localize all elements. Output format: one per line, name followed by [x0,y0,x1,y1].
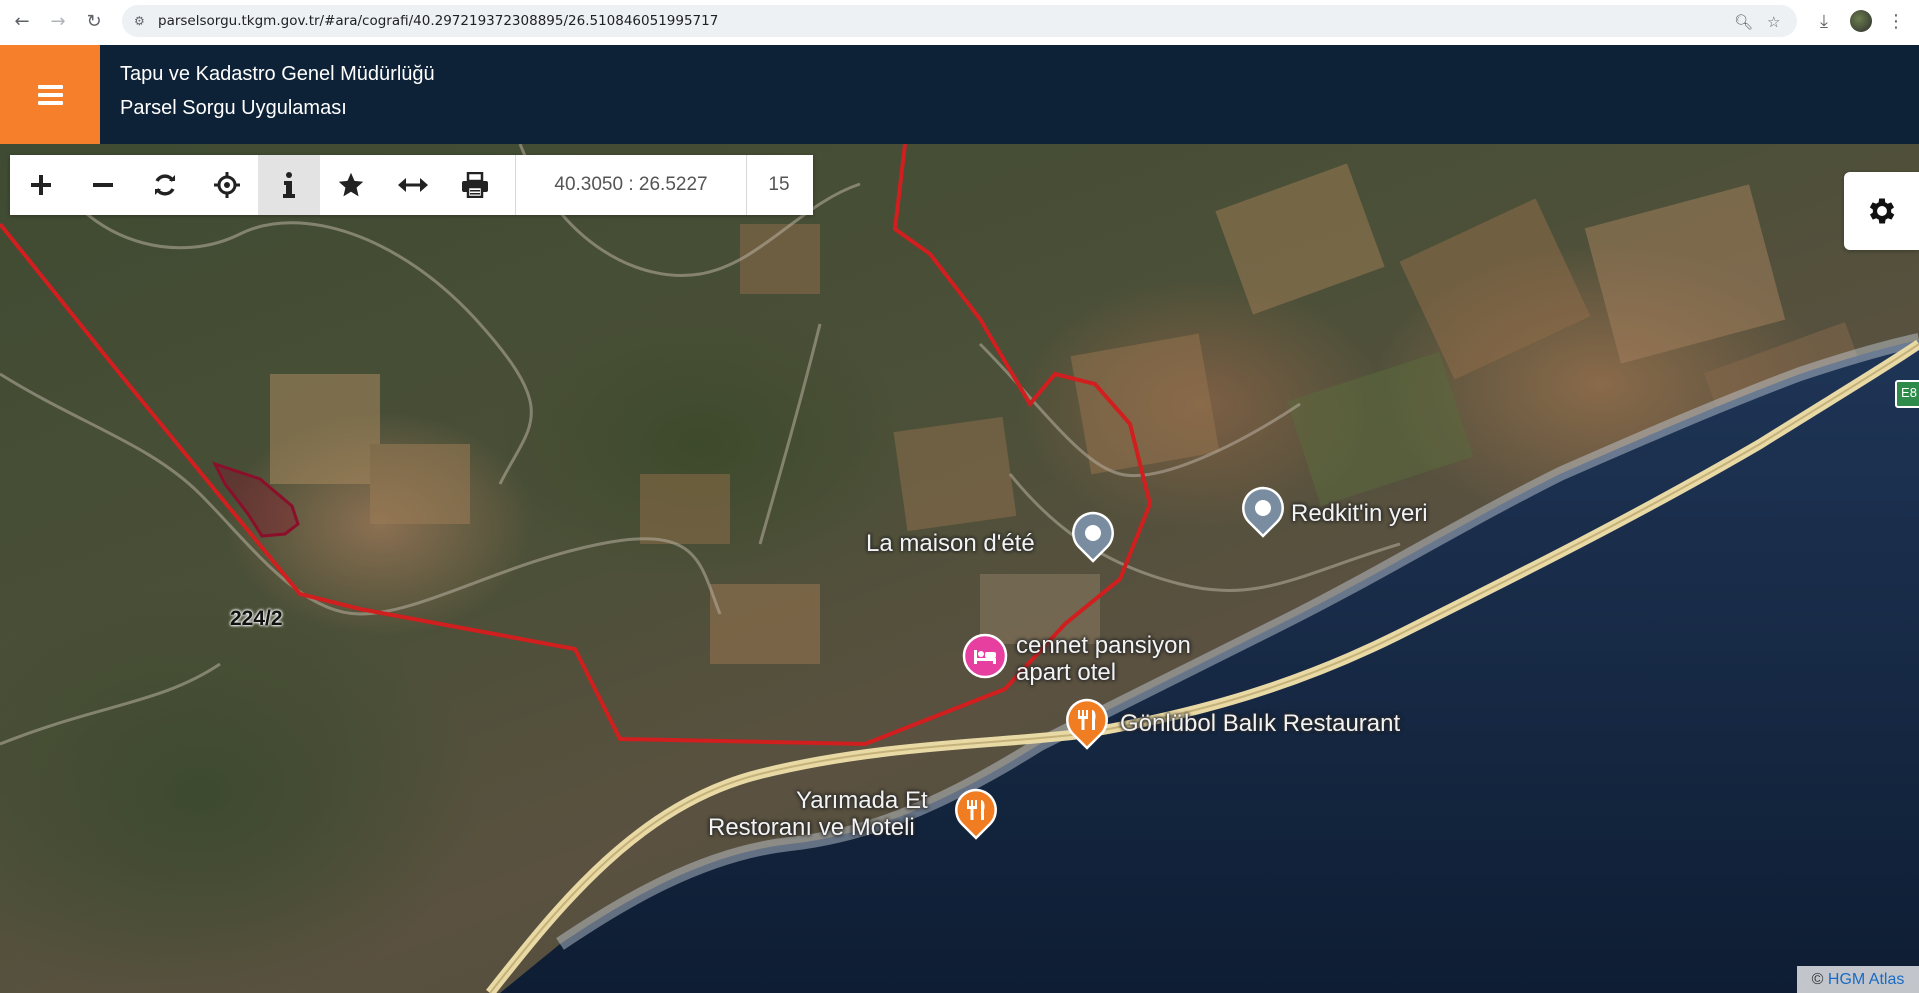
locate-button[interactable] [196,155,258,215]
bookmark-star-icon[interactable]: ☆ [1767,13,1780,31]
poi-label-cennet-1[interactable]: cennet pansiyon [1016,632,1191,659]
zoom-out-button[interactable] [72,155,134,215]
restaurant-icon[interactable] [1064,698,1110,750]
reload-icon[interactable]: ↻ [82,10,106,34]
copyright-symbol: © [1811,971,1824,988]
address-bar[interactable]: ⚙ parselsorgu.tkgm.gov.tr/#ara/cografi/4… [122,5,1797,37]
print-button[interactable] [444,155,506,215]
site-settings-icon[interactable]: ⚙ [134,13,150,29]
poi-label-yarimada-2[interactable]: Restoranı ve Moteli [708,814,915,841]
star-icon [338,172,364,197]
menu-icon-bar [38,85,63,89]
map-toolbar: 40.3050 : 26.5227 15 [10,155,813,215]
parcel-label[interactable]: 224/2 [230,607,283,631]
poi-label-yarimada-1[interactable]: Yarımada Et [796,787,928,814]
url-text[interactable]: parselsorgu.tkgm.gov.tr/#ara/cografi/40.… [158,5,718,37]
poi-label-la-maison[interactable]: La maison d'été [866,530,1035,557]
satellite-map[interactable]: 40.3050 : 26.5227 15 E8 224/2 Redkit'in … [0,144,1919,993]
profile-avatar[interactable] [1850,10,1872,32]
header-subtitle: Parsel Sorgu Uygulaması [120,97,347,119]
map-attribution: © HGM Atlas [1797,966,1919,993]
menu-icon-bar [38,93,63,97]
hamburger-menu-button[interactable] [0,45,100,144]
browser-menu-icon[interactable]: ⋮ [1884,10,1908,34]
gear-icon [1869,198,1895,224]
road-sign-badge: E8 [1895,380,1919,408]
zoom-level-readout: 15 [768,174,790,195]
hotel-bed-icon[interactable] [962,632,1008,684]
measure-arrows-icon [398,178,428,192]
print-icon [462,172,488,198]
menu-icon-bar [38,101,63,105]
refresh-button[interactable] [134,155,196,215]
app-header: Tapu ve Kadastro Genel Müdürlüğü Parsel … [0,45,1919,144]
plus-icon [31,175,51,195]
back-icon[interactable]: ← [10,10,34,34]
settings-button[interactable] [1844,172,1919,250]
coordinate-readout: 40.3050 : 26.5227 [515,155,747,215]
header-title: Tapu ve Kadastro Genel Müdürlüğü [120,63,435,85]
place-pin-icon[interactable] [1240,486,1286,538]
favorites-button[interactable] [320,155,382,215]
map-terrain-layer [0,144,1919,993]
crosshair-icon [214,172,240,198]
browser-toolbar: ← → ↻ ⚙ parselsorgu.tkgm.gov.tr/#ara/cog… [0,0,1919,46]
attribution-link[interactable]: HGM Atlas [1828,971,1904,988]
measure-button[interactable] [382,155,444,215]
zoom-in-button[interactable] [10,155,72,215]
restaurant-icon[interactable] [953,788,999,840]
poi-label-gonlubol[interactable]: Gönlübol Balık Restaurant [1120,710,1400,737]
info-button[interactable] [258,155,320,215]
info-icon [283,172,295,198]
download-icon[interactable]: ⤓ [1812,10,1836,34]
place-pin-icon[interactable] [1070,511,1116,563]
poi-label-redkit[interactable]: Redkit'in yeri [1291,500,1428,527]
poi-label-cennet-2[interactable]: apart otel [1016,659,1116,686]
zoom-indicator-icon[interactable]: 🔍︎ [1734,13,1753,31]
forward-icon[interactable]: → [46,10,70,34]
refresh-icon [155,174,175,196]
minus-icon [93,183,113,187]
